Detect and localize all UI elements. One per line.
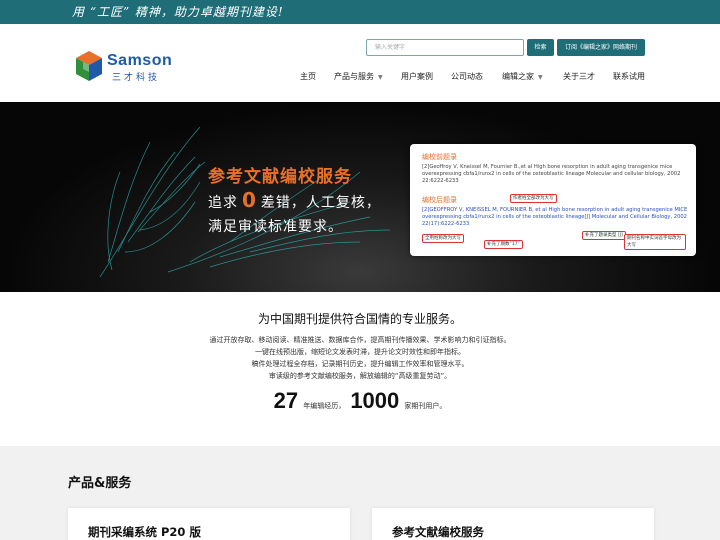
hero-tagline-2: 满足审读标准要求。 <box>208 219 343 235</box>
nav-item-editor-home[interactable]: 编辑之家 ▼ <box>502 69 543 86</box>
annotation-journal: 期刊名称中实词首字母改为大写 <box>624 234 686 250</box>
intro-section: 为中国期刊提供符合国情的专业服务。 通过开放存取、移动阅读、精准推送、数据库合作… <box>0 292 720 446</box>
nav-label: 联系试用 <box>613 72 645 81</box>
product-card-title: 参考文献编校服务 <box>392 525 484 539</box>
nav-label: 公司动态 <box>451 72 483 81</box>
stat-years-value: 27 <box>273 388 299 413</box>
annotation-surname: 全用姓称改为大写 <box>422 234 464 243</box>
stat-years-label: 年编辑经历， <box>303 402 346 410</box>
intro-title: 为中国期刊提供符合国情的专业服务。 <box>257 312 462 326</box>
hero-banner[interactable]: 参考文献编校服务 追求 0 差错，人工复核， 满足审读标准要求。 编校前题录 [2]… <box>0 102 720 292</box>
nav-item-home[interactable]: 主页 <box>300 69 316 85</box>
stat-users-label: 家期刊用户。 <box>404 402 447 410</box>
top-slogan-bar: 用 “工匠” 精神，助力卓越期刊建设! <box>0 0 720 24</box>
stat-users-value: 1000 <box>350 388 400 413</box>
logo-name: Samson <box>107 52 173 69</box>
slogan-text: 用 “工匠” 精神，助力卓越期刊建设! <box>72 5 284 19</box>
hero-line1-post: 差错，人工复核， <box>260 195 381 211</box>
search-button[interactable]: 检索 <box>527 39 554 56</box>
before-label: 编校前题录 <box>422 153 457 161</box>
intro-line: 稿件处理过程全存档，记录期刊历史，提升编辑工作效率和管理水平。 <box>251 360 469 368</box>
carousel-indicators <box>336 285 381 292</box>
product-card[interactable]: 参考文献编校服务 <box>372 508 654 540</box>
hero-zero: 0 <box>242 188 257 212</box>
annotation-author: 作者姓全部改为大写 <box>510 194 557 203</box>
subscribe-button[interactable]: 订阅《编辑之家》网络期刊 <box>557 39 645 56</box>
nav-item-news[interactable]: 公司动态 <box>451 69 483 85</box>
hero-tagline-1: 追求 0 差错，人工复核， <box>208 188 381 212</box>
intro-line: 审读级的参考文献编校服务，解放编辑的“高级重复劳动”。 <box>268 372 452 380</box>
site-header: Samson 三才科技 检索 订阅《编辑之家》网络期刊 主页 产品与服务▼ 用户… <box>0 24 720 102</box>
intro-line: 一键在线预出版，缩短论文发表时滞，提升论文时效性和即年指标。 <box>255 348 465 356</box>
reference-example-card: 编校前题录 [2]Geoffroy V, Kneissel M, Fournie… <box>410 144 696 256</box>
nav-label: 产品与服务 <box>334 72 374 81</box>
intro-line: 通过开放存取、移动阅读、精准推送、数据库合作，提高期刊传播效果、学术影响力和引证… <box>209 336 511 344</box>
annotation-issue: 补充了期数“17” <box>484 240 523 249</box>
before-text: [2]Geoffroy V, Kneissel M, Fournier B.,e… <box>422 164 681 184</box>
chevron-down-icon: ▼ <box>378 74 383 81</box>
nav-label: 用户案例 <box>401 72 433 81</box>
search-input[interactable] <box>366 39 524 56</box>
nav-label: 编辑之家 <box>502 72 534 81</box>
products-section: 产品&服务 期刊采编系统 P20 版 参考文献编校服务 <box>0 446 720 540</box>
hero-title: 参考文献编校服务 <box>208 167 352 187</box>
annotation-type: 补充了题录类型 [J] <box>582 231 626 240</box>
nav-item-products[interactable]: 产品与服务 ▼ <box>334 69 383 86</box>
nav-item-cases[interactable]: 用户案例 <box>401 69 433 85</box>
main-nav: 主页 产品与服务 ▼ 用户案例 公司动态 编辑之家 ▼ 关于三才 联系试用 <box>0 69 720 85</box>
nav-label: 关于三才 <box>563 72 595 81</box>
nav-label: 主页 <box>300 72 316 81</box>
stats-row: 27 年编辑经历， 1000 家期刊用户。 <box>0 388 720 414</box>
product-card[interactable]: 期刊采编系统 P20 版 <box>68 508 350 540</box>
nav-item-about[interactable]: 关于三才 <box>563 69 595 85</box>
after-text: [2]GEOFFROY V, KNEISSEL M, FOURNIER B, e… <box>422 207 688 227</box>
chevron-down-icon: ▼ <box>538 74 543 81</box>
nav-item-contact[interactable]: 联系试用 <box>613 69 645 85</box>
after-label: 编校后题录 <box>422 196 457 204</box>
intro-lines: 通过开放存取、移动阅读、精准推送、数据库合作，提高期刊传播效果、学术影响力和引证… <box>0 334 720 382</box>
hero-line1-pre: 追求 <box>208 195 238 211</box>
product-card-title: 期刊采编系统 P20 版 <box>88 525 201 539</box>
products-title: 产品&服务 <box>68 476 132 491</box>
